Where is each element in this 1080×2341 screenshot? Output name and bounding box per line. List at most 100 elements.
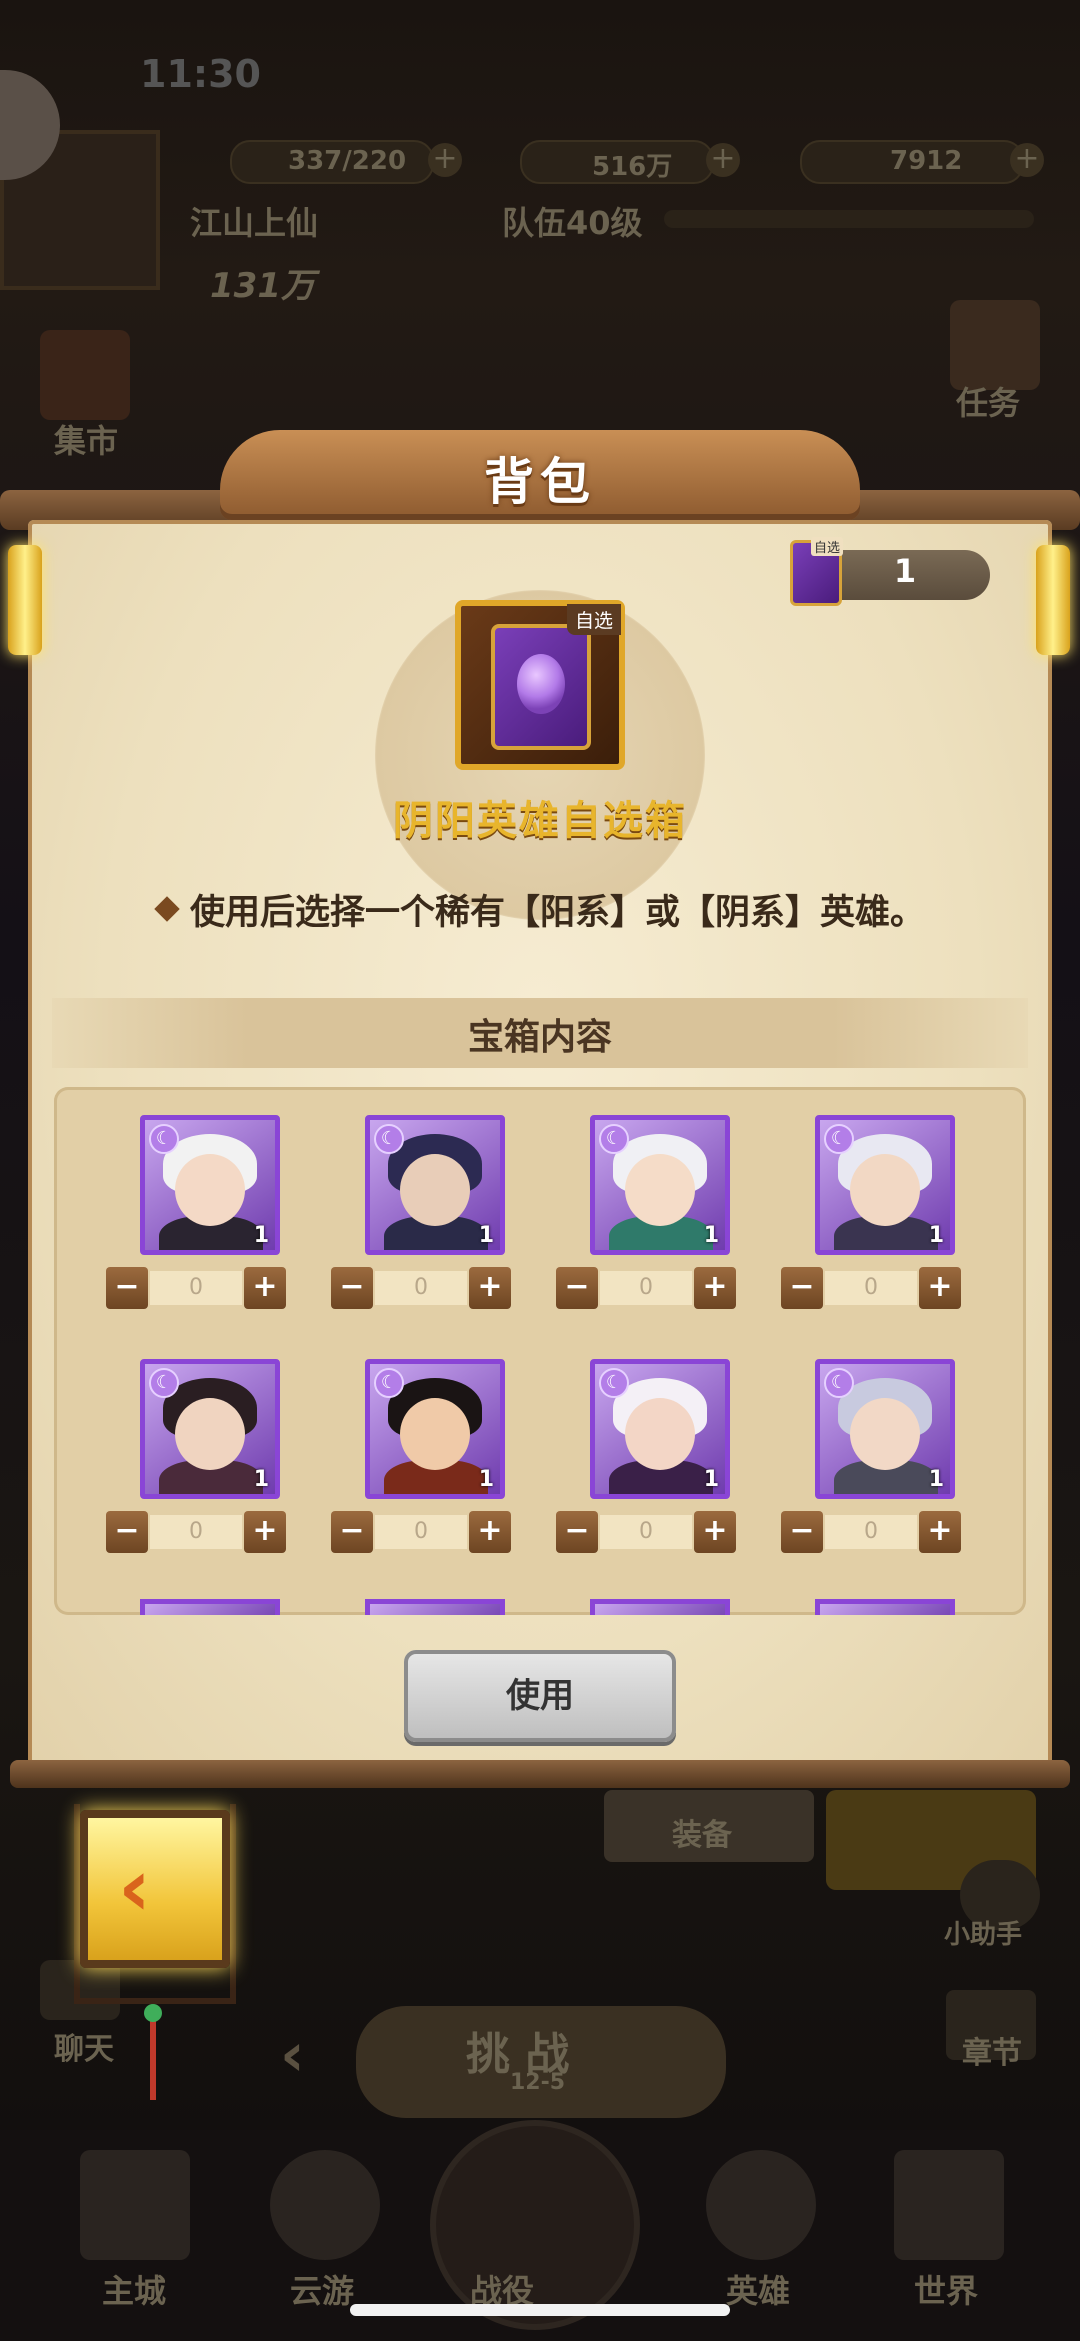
nav-world-icon[interactable]: [894, 2150, 1004, 2260]
nav-heroes-icon[interactable]: [706, 2150, 816, 2260]
hero-portrait[interactable]: ☾ 1: [365, 1115, 505, 1255]
hero-face: [625, 1398, 695, 1470]
assistant-label[interactable]: 小助手: [944, 1914, 1022, 1951]
quantity-field[interactable]: 0: [375, 1515, 467, 1549]
hero-portrait-partial[interactable]: [815, 1599, 955, 1615]
yin-faction-icon: ☾: [599, 1124, 629, 1154]
hero-level: 1: [928, 1467, 944, 1492]
decrease-button[interactable]: −: [106, 1267, 148, 1309]
decrease-button[interactable]: −: [331, 1511, 373, 1553]
nav-heroes[interactable]: 英雄: [726, 2266, 790, 2312]
increase-button[interactable]: +: [919, 1511, 961, 1553]
title-plate: 背包: [220, 430, 860, 520]
right-lamp-icon: [1036, 545, 1070, 655]
nav-travel[interactable]: 云游: [290, 2266, 354, 2312]
decrease-button[interactable]: −: [331, 1267, 373, 1309]
item-icon-frame: 自选: [455, 600, 625, 770]
hero-level: 1: [478, 1223, 494, 1248]
hero-face: [625, 1154, 695, 1226]
yin-faction-icon: ☾: [149, 1368, 179, 1398]
quantity-stepper: − 0 +: [106, 1511, 286, 1553]
quantity-field[interactable]: 0: [825, 1271, 917, 1305]
tasks-icon[interactable]: [950, 300, 1040, 390]
hero-portrait-partial[interactable]: [140, 1599, 280, 1615]
equip-label: 装备: [672, 1818, 732, 1853]
quantity-field[interactable]: 0: [150, 1271, 242, 1305]
market-icon[interactable]: [40, 330, 130, 420]
decrease-button[interactable]: −: [556, 1267, 598, 1309]
stage-label: 12-5: [510, 2070, 566, 2095]
hero-portrait[interactable]: ☾ 1: [590, 1115, 730, 1255]
tasks-label[interactable]: 任务: [956, 378, 1020, 424]
hero-level: 1: [253, 1223, 269, 1248]
hero-portrait[interactable]: ☾ 1: [140, 1115, 280, 1255]
quantity-stepper: − 0 +: [331, 1267, 511, 1309]
quantity-field[interactable]: 0: [600, 1271, 692, 1305]
quantity-field[interactable]: 0: [375, 1271, 467, 1305]
hero-slot: ☾ 1 − 0 +: [534, 1115, 758, 1315]
quantity-field[interactable]: 0: [600, 1515, 692, 1549]
chapter-label[interactable]: 章节: [962, 2028, 1022, 2072]
hero-portrait[interactable]: ☾ 1: [815, 1359, 955, 1499]
decrease-button[interactable]: −: [556, 1511, 598, 1553]
nav-battle-icon[interactable]: [430, 2120, 640, 2330]
left-lamp-icon: [8, 545, 42, 655]
chat-label[interactable]: 聊天: [54, 2024, 114, 2068]
quantity-stepper: − 0 +: [556, 1267, 736, 1309]
hero-level: 1: [703, 1223, 719, 1248]
yinyang-chest-icon: [491, 624, 591, 750]
hero-slot: ☾ 1 − 0 +: [309, 1115, 533, 1315]
hero-portrait-partial[interactable]: [365, 1599, 505, 1615]
section-header: 宝箱内容: [52, 998, 1028, 1068]
quantity-stepper: − 0 +: [106, 1267, 286, 1309]
power-value: 131万: [210, 266, 315, 306]
increase-button[interactable]: +: [244, 1511, 286, 1553]
yin-faction-icon: ☾: [824, 1124, 854, 1154]
increase-button[interactable]: +: [244, 1267, 286, 1309]
increase-button[interactable]: +: [694, 1267, 736, 1309]
add-gems-button[interactable]: +: [1010, 143, 1044, 177]
hero-level: 1: [478, 1467, 494, 1492]
back-button[interactable]: ‹: [80, 1810, 230, 1968]
quantity-field[interactable]: 0: [825, 1515, 917, 1549]
back-arrow-icon: ‹: [118, 1841, 151, 1934]
owned-tag: 自选: [810, 537, 843, 556]
decrease-button[interactable]: −: [781, 1267, 823, 1309]
decrease-button[interactable]: −: [781, 1511, 823, 1553]
hero-slot: ☾ 1 − 0 +: [309, 1359, 533, 1559]
team-level: 队伍40级: [502, 204, 643, 242]
hero-portrait-partial[interactable]: [590, 1599, 730, 1615]
status-time: 11:30: [140, 52, 261, 96]
increase-button[interactable]: +: [469, 1511, 511, 1553]
prev-stage-icon[interactable]: ‹: [280, 2020, 305, 2090]
item-description: 使用后选择一个稀有【阳系】或【阴系】英雄。: [190, 893, 926, 933]
hero-portrait[interactable]: ☾ 1: [365, 1359, 505, 1499]
scroll-rod-bottom: [10, 1760, 1070, 1788]
hero-level: 1: [928, 1223, 944, 1248]
item-name: 阴阳英雄自选箱: [393, 798, 687, 844]
hero-portrait[interactable]: ☾ 1: [140, 1359, 280, 1499]
hero-level: 1: [703, 1467, 719, 1492]
hero-slot: ☾ 1 − 0 +: [759, 1359, 983, 1559]
add-stamina-button[interactable]: +: [428, 143, 462, 177]
hero-slot: ☾ 1 − 0 +: [534, 1359, 758, 1559]
home-indicator[interactable]: [350, 2304, 730, 2316]
increase-button[interactable]: +: [919, 1267, 961, 1309]
hero-slot: ☾ 1 − 0 +: [84, 1115, 308, 1315]
hero-portrait[interactable]: ☾ 1: [590, 1359, 730, 1499]
nav-world[interactable]: 世界: [914, 2266, 978, 2312]
quantity-field[interactable]: 0: [150, 1515, 242, 1549]
increase-button[interactable]: +: [694, 1511, 736, 1553]
add-gold-button[interactable]: +: [706, 143, 740, 177]
yin-faction-icon: ☾: [374, 1124, 404, 1154]
hero-portrait[interactable]: ☾ 1: [815, 1115, 955, 1255]
yinyang-chest-small-icon: 自选: [790, 537, 843, 606]
player-name: 江山上仙: [190, 204, 319, 242]
increase-button[interactable]: +: [469, 1267, 511, 1309]
decrease-button[interactable]: −: [106, 1511, 148, 1553]
use-button[interactable]: 使用: [404, 1650, 676, 1742]
nav-home[interactable]: 主城: [102, 2266, 166, 2312]
nav-travel-icon[interactable]: [270, 2150, 380, 2260]
nav-home-icon[interactable]: [80, 2150, 190, 2260]
hero-grid[interactable]: ☾ 1 − 0 + ☾ 1 − 0 + ☾ 1 − 0 + ☾ 1 − 0 + …: [54, 1087, 1026, 1615]
